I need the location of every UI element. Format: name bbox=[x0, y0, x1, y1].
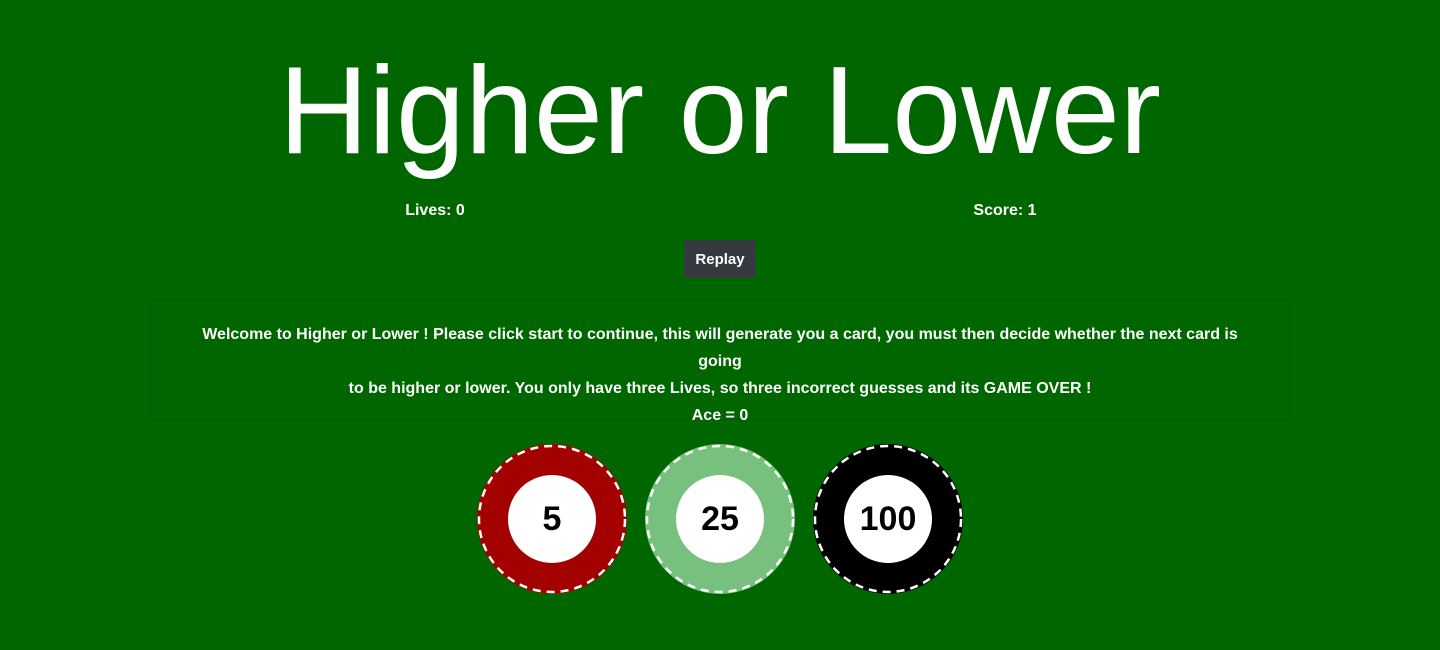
chip-value: 25 bbox=[676, 475, 764, 563]
page-title: Higher or Lower bbox=[278, 42, 1162, 180]
chip-5[interactable]: 5 bbox=[477, 444, 627, 594]
instructions-panel: Welcome to Higher or Lower ! Please clic… bbox=[150, 300, 1290, 424]
chip-value: 100 bbox=[844, 475, 932, 563]
chip-value: 5 bbox=[508, 475, 596, 563]
instructions-line-2: to be higher or lower. You only have thr… bbox=[348, 380, 1092, 397]
score-counter: Score: 1 bbox=[973, 202, 1037, 219]
replay-button[interactable]: Replay bbox=[684, 240, 756, 278]
instructions-line-3: Ace = 0 bbox=[691, 407, 749, 424]
game-page: Higher or Lower Lives: 0 Score: 1 Replay… bbox=[0, 0, 1440, 650]
chip-100[interactable]: 100 bbox=[813, 444, 963, 594]
lives-counter: Lives: 0 bbox=[405, 202, 465, 219]
chip-25[interactable]: 25 bbox=[645, 444, 795, 594]
instructions-line-1: Welcome to Higher or Lower ! Please clic… bbox=[202, 326, 1238, 370]
betting-chips: 5 25 100 bbox=[0, 444, 1440, 596]
